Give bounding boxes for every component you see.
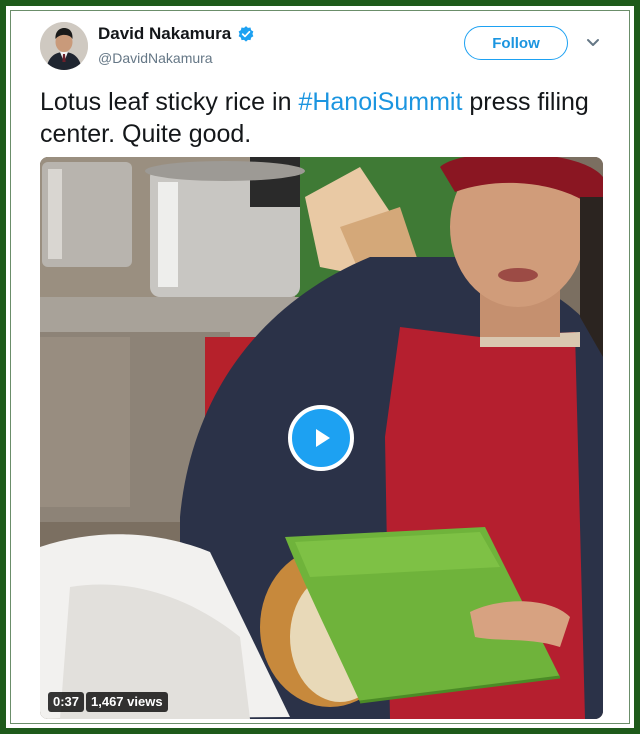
author-row: David Nakamura bbox=[98, 24, 255, 44]
hashtag-link[interactable]: #HanoiSummit bbox=[298, 88, 462, 116]
author-name[interactable]: David Nakamura bbox=[98, 24, 231, 44]
tweet-card: David Nakamura @DavidNakamura Follow Lot… bbox=[20, 14, 620, 724]
video-duration-badge: 0:37 bbox=[48, 692, 85, 712]
tweet-text-start: Lotus leaf sticky rice in bbox=[40, 88, 299, 116]
video-views-badge: 1,467 views bbox=[86, 692, 168, 712]
verified-badge-icon bbox=[238, 26, 254, 42]
avatar[interactable] bbox=[40, 22, 88, 70]
chevron-down-icon[interactable] bbox=[586, 38, 600, 48]
avatar-image bbox=[40, 22, 88, 70]
author-handle[interactable]: @DavidNakamura bbox=[98, 50, 213, 66]
tweet-text: Lotus leaf sticky rice in #HanoiSummit p… bbox=[40, 86, 600, 150]
play-button[interactable] bbox=[288, 405, 354, 471]
follow-button[interactable]: Follow bbox=[464, 26, 568, 60]
play-icon bbox=[316, 429, 330, 447]
video-player[interactable]: 0:37 1,467 views bbox=[40, 157, 603, 719]
